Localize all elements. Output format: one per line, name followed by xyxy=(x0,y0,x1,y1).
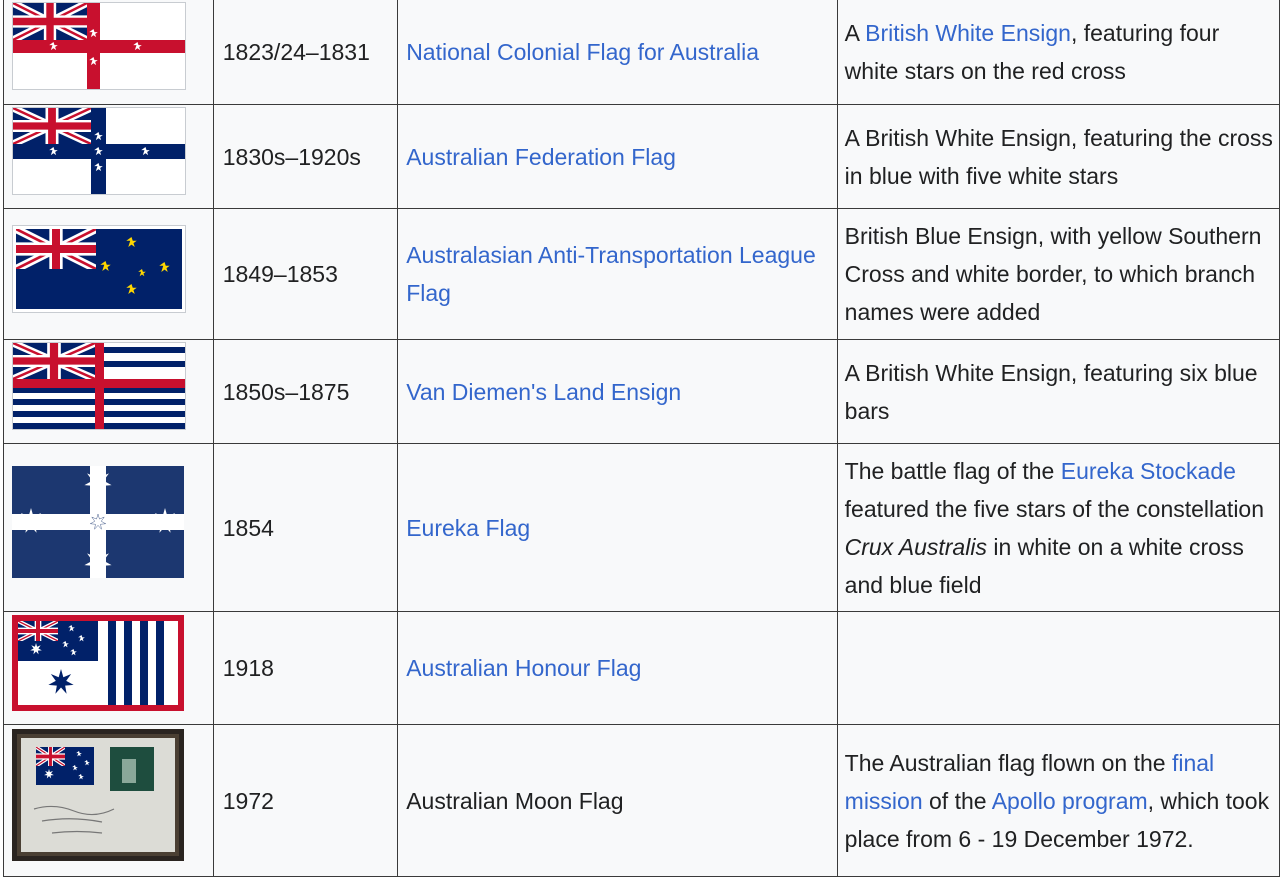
description-segment: of the xyxy=(922,787,992,814)
flag-image-cell xyxy=(3,443,214,612)
flag-image-cell xyxy=(3,724,214,877)
apollo-program-link[interactable]: Apollo program xyxy=(992,788,1148,814)
british-white-ensign-link[interactable]: British White Ensign xyxy=(865,20,1071,46)
van-diemens-land-ensign-icon xyxy=(13,343,185,429)
flag-image-cell xyxy=(3,208,214,340)
name-cell: Australian Moon Flag xyxy=(397,724,838,877)
flag-image[interactable] xyxy=(12,2,186,90)
name-cell: Australian Federation Flag xyxy=(397,104,838,209)
flag-image[interactable] xyxy=(12,466,184,578)
flag-name-link[interactable]: Australasian Anti-Transportation League … xyxy=(406,242,816,306)
year-text: 1850s–1875 xyxy=(222,378,350,405)
year-cell: 1850s–1875 xyxy=(212,339,399,444)
table-row: 1854 Eureka Flag The battle flag of the … xyxy=(3,443,1280,612)
description-segment: The Australian flag flown on the xyxy=(844,749,1172,776)
flag-image[interactable] xyxy=(12,342,186,430)
flag-image-cell xyxy=(3,0,214,105)
name-cell: National Colonial Flag for Australia xyxy=(397,0,838,105)
year-cell: 1823/24–1831 xyxy=(212,0,399,105)
year-text: 1849–1853 xyxy=(222,261,338,287)
description-text: A British White Ensign, featuring four w… xyxy=(845,20,1220,84)
table-row: 1850s–1875 Van Diemen's Land Ensign A Br… xyxy=(3,339,1280,444)
flag-image[interactable] xyxy=(12,729,184,861)
flag-image[interactable] xyxy=(12,614,184,711)
description-cell: The battle flag of the Eureka Stockade f… xyxy=(836,443,1280,612)
honour-flag-icon xyxy=(12,614,184,711)
flag-name-link[interactable]: Australian Honour Flag xyxy=(406,655,641,681)
name-cell: Australian Honour Flag xyxy=(397,611,838,725)
flag-image-cell xyxy=(3,611,214,725)
year-text: 1854 xyxy=(222,514,274,541)
anti-transportation-league-flag-icon xyxy=(13,225,185,312)
flag-name-link[interactable]: National Colonial Flag for Australia xyxy=(406,39,759,65)
flags-table: 1823/24–1831 National Colonial Flag for … xyxy=(3,0,1280,877)
flag-image-cell xyxy=(3,339,214,444)
flag-name-link[interactable]: Australian Federation Flag xyxy=(406,144,676,170)
table-row: 1918 Australian Honour Flag xyxy=(3,611,1280,725)
flag-image[interactable] xyxy=(12,224,186,313)
description-text: The Australian flag flown on the final m… xyxy=(845,750,1269,852)
description-segment: The battle flag of the xyxy=(844,457,1061,484)
year-cell: 1849–1853 xyxy=(212,208,399,340)
name-cell: Eureka Flag xyxy=(397,443,838,612)
table-row: 1849–1853 Australasian Anti-Transportati… xyxy=(3,208,1280,340)
description-segment: featured the five stars of the constella… xyxy=(844,495,1265,522)
description-cell: A British White Ensign, featuring six bl… xyxy=(836,339,1280,444)
year-cell: 1830s–1920s xyxy=(212,104,399,209)
year-cell: 1854 xyxy=(212,443,399,612)
moon-flag-photo-icon xyxy=(12,729,184,861)
description-cell: A British White Ensign, featuring four w… xyxy=(836,0,1280,105)
description-text: A British White Ensign, featuring six bl… xyxy=(844,359,1258,424)
description-cell: A British White Ensign, featuring the cr… xyxy=(836,104,1280,209)
description-cell: British Blue Ensign, with yellow Souther… xyxy=(836,208,1280,340)
description-cell: The Australian flag flown on the final m… xyxy=(836,724,1280,877)
flag-name-text: Australian Moon Flag xyxy=(406,787,624,814)
flag-name-link[interactable]: Eureka Flag xyxy=(406,515,530,541)
flag-name-link[interactable]: Van Diemen's Land Ensign xyxy=(406,379,681,405)
year-cell: 1972 xyxy=(212,724,399,877)
year-text: 1918 xyxy=(222,655,274,681)
year-text: 1972 xyxy=(222,787,274,814)
name-cell: Van Diemen's Land Ensign xyxy=(397,339,838,444)
table-row: 1972 Australian Moon Flag The Australian… xyxy=(3,724,1280,877)
federation-flag-icon xyxy=(13,108,185,194)
flag-image-cell xyxy=(3,104,214,209)
description-segment: A xyxy=(844,19,866,46)
eureka-flag-icon xyxy=(12,466,184,578)
eureka-stockade-link[interactable]: Eureka Stockade xyxy=(1061,458,1236,484)
description-cell xyxy=(836,611,1280,725)
flag-image[interactable] xyxy=(12,107,186,195)
description-text: British Blue Ensign, with yellow Souther… xyxy=(844,223,1262,325)
year-cell: 1918 xyxy=(212,611,399,725)
table-row: 1830s–1920s Australian Federation Flag A… xyxy=(3,104,1280,209)
year-text: 1830s–1920s xyxy=(222,143,361,170)
description-text: The battle flag of the Eureka Stockade f… xyxy=(845,458,1264,598)
table-row: 1823/24–1831 National Colonial Flag for … xyxy=(3,0,1280,105)
name-cell: Australasian Anti-Transportation League … xyxy=(397,208,838,340)
national-colonial-flag-icon xyxy=(13,3,185,89)
description-text: A British White Ensign, featuring the cr… xyxy=(844,124,1273,189)
year-text: 1823/24–1831 xyxy=(222,38,370,65)
crux-australis-text: Crux Australis xyxy=(844,533,987,560)
